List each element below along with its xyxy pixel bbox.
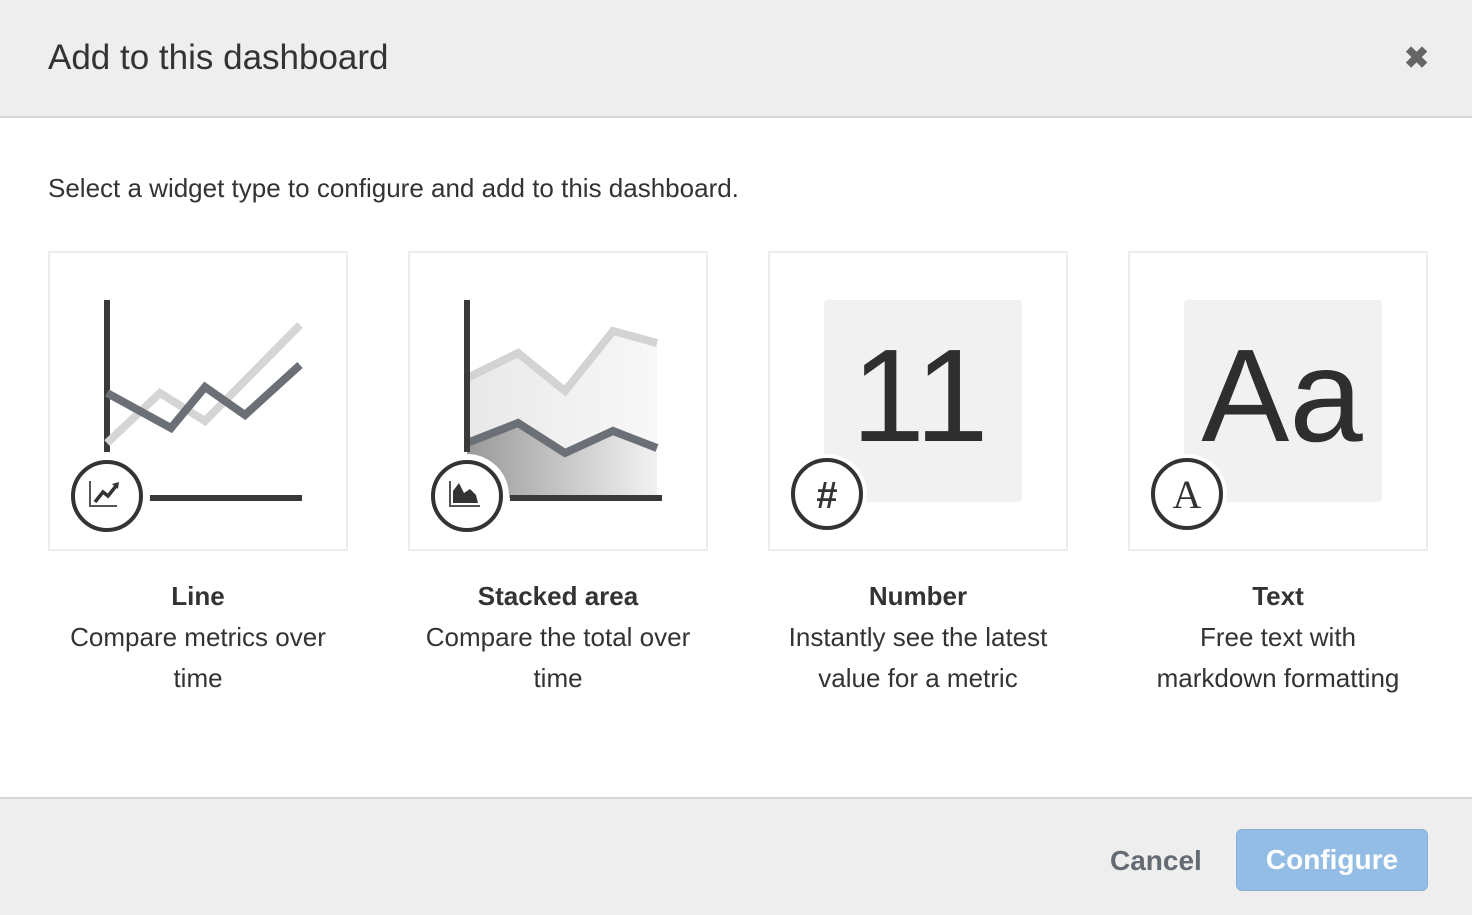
- widget-label-number: Number Instantly see the latest value fo…: [738, 576, 1098, 699]
- widget-card-text[interactable]: Aa A: [1128, 251, 1428, 551]
- line-chart-icon: [69, 458, 145, 534]
- widget-description: Free text with: [1199, 622, 1357, 652]
- widget-description: markdown formatting: [1156, 663, 1400, 693]
- dialog-header: Add to this dashboard ✖: [0, 0, 1472, 118]
- svg-text:A: A: [1173, 472, 1202, 517]
- dialog-title: Add to this dashboard: [48, 38, 389, 77]
- stacked-area-illustration: [425, 300, 662, 538]
- area-chart-icon: [425, 454, 509, 538]
- line-chart-illustration: [69, 300, 303, 534]
- cancel-button[interactable]: Cancel: [1110, 845, 1202, 877]
- number-preview: 11: [851, 322, 988, 469]
- widget-name: Number: [868, 581, 968, 611]
- widget-description: time: [173, 663, 223, 693]
- widget-description: Compare the total over: [425, 622, 691, 652]
- widget-name: Text: [1252, 581, 1304, 611]
- intro-text: Select a widget type to configure and ad…: [48, 173, 739, 203]
- widget-name: Line: [171, 581, 225, 611]
- widget-description: Instantly see the latest: [788, 622, 1048, 652]
- close-icon[interactable]: ✖: [1404, 44, 1429, 74]
- text-illustration: Aa A: [1147, 300, 1382, 534]
- widget-label-line: Line Compare metrics over time: [18, 576, 378, 699]
- configure-button[interactable]: Configure: [1236, 829, 1428, 891]
- widget-name: Stacked area: [477, 581, 639, 611]
- widget-card-stacked-area[interactable]: [408, 251, 708, 551]
- hash-icon: #: [787, 454, 867, 534]
- widget-description: time: [533, 663, 583, 693]
- text-preview: Aa: [1201, 322, 1363, 469]
- font-icon: A: [1147, 454, 1227, 534]
- widget-label-stacked-area: Stacked area Compare the total over time: [378, 576, 738, 699]
- svg-text:#: #: [816, 475, 837, 517]
- widget-card-number[interactable]: 11 #: [768, 251, 1068, 551]
- number-illustration: 11 #: [787, 300, 1022, 534]
- widget-description: Compare metrics over: [70, 622, 326, 652]
- widget-description: value for a metric: [818, 663, 1018, 693]
- widget-card-line[interactable]: [48, 251, 348, 551]
- widget-label-text: Text Free text with markdown formatting: [1098, 576, 1458, 699]
